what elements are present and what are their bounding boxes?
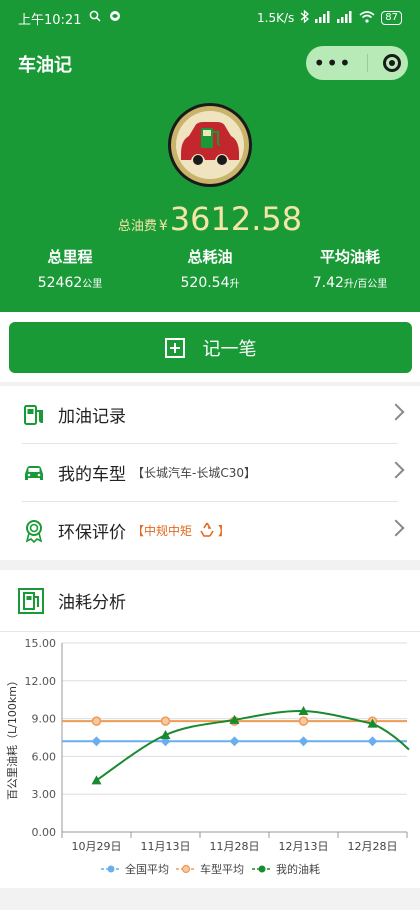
stat-value: 7.42 [312, 275, 344, 291]
total-cost-label: 总油费 [117, 219, 157, 234]
header: 上午10:21 1.5K/s 87 车油记 ••• 总油费 ¥3612.58 总… [0, 0, 420, 312]
y-tick-label: 0.00 [32, 826, 57, 839]
status-time: 上午10:21 [18, 12, 82, 28]
menu-item-refuel-records[interactable]: 加油记录 [0, 386, 420, 443]
menu-list: 加油记录 我的车型 【长城汽车-长城C30】 环保评价 【中规中矩 】 [0, 386, 420, 560]
x-tick-label: 11月13日 [141, 840, 191, 853]
national-point [229, 736, 240, 747]
status-bar: 上午10:21 1.5K/s 87 [0, 0, 420, 36]
total-cost: 总油费 ¥3612.58 [0, 200, 420, 238]
stats-row: 总里程 52462公里 总耗油 520.54升 平均油耗 7.42升/百公里 [0, 246, 420, 291]
app-logo-icon [168, 103, 252, 187]
add-box-icon [164, 337, 185, 358]
search-icon [89, 10, 101, 26]
bracket-close: 】 [217, 524, 230, 538]
add-record-button[interactable]: 记一笔 [9, 322, 412, 373]
x-tick-label: 12月13日 [279, 840, 329, 853]
stat-unit: 升/百公里 [343, 279, 388, 290]
legend-marker [258, 865, 266, 873]
close-target-icon[interactable] [382, 54, 401, 72]
more-icon[interactable]: ••• [313, 53, 351, 73]
legend-marker [181, 864, 191, 874]
bracket-open: 【 [132, 524, 145, 538]
legend-label: 车型平均 [200, 862, 244, 876]
currency-symbol: ¥ [158, 218, 168, 234]
menu-item-label: 我的车型 [58, 465, 126, 485]
model-point [298, 716, 309, 726]
analysis-header: 油耗分析 [0, 570, 420, 632]
add-record-label: 记一笔 [202, 338, 257, 360]
signal-icon [337, 10, 353, 26]
recycle-icon [200, 522, 214, 537]
car-icon [25, 465, 43, 480]
mine-point [91, 775, 102, 785]
eco-rating-text: 【中规中矩 】 [132, 522, 230, 539]
national-point [367, 736, 378, 747]
wifi-icon [359, 10, 375, 26]
legend-marker [107, 865, 115, 873]
bluetooth-icon [300, 9, 310, 26]
chevron-right-icon [387, 403, 405, 421]
stat-total-fuel: 总耗油 520.54升 [140, 246, 280, 291]
stat-average-consumption: 平均油耗 7.42升/百公里 [280, 246, 420, 291]
menu-item-my-car[interactable]: 我的车型 【长城汽车-长城C30】 [0, 444, 420, 501]
y-tick-label: 6.00 [32, 750, 57, 763]
y-tick-label: 3.00 [32, 788, 57, 801]
analysis-title: 油耗分析 [58, 593, 126, 613]
app-title: 车油记 [18, 55, 72, 76]
stat-value: 520.54 [180, 275, 230, 291]
legend-label: 全国平均 [125, 862, 169, 876]
national-point [91, 736, 102, 747]
model-point [91, 716, 102, 726]
menu-item-label: 环保评价 [58, 523, 126, 543]
badge-icon [25, 519, 43, 543]
fuel-pump-icon [24, 404, 43, 425]
x-tick-label: 10月29日 [72, 840, 122, 853]
eco-rating-value: 中规中矩 [144, 524, 193, 538]
national-point [298, 736, 309, 747]
title-bar: 车油记 ••• [0, 44, 420, 84]
y-tick-label: 9.00 [32, 713, 57, 726]
record-section: 记一笔 [0, 312, 420, 382]
stat-label: 总里程 [47, 248, 93, 266]
stat-label: 总耗油 [187, 248, 233, 266]
car-model-text: 【长城汽车-长城C30】 [132, 466, 256, 480]
x-tick-label: 11月28日 [210, 840, 260, 853]
menu-item-eco-rating[interactable]: 环保评价 【中规中矩 】 [0, 502, 420, 559]
fuel-gauge-icon [18, 587, 44, 614]
network-speed: 1.5K/s [257, 11, 295, 25]
capsule-divider [366, 54, 368, 72]
browser-icon [109, 10, 121, 26]
signal-icon [315, 10, 331, 26]
legend-label: 我的油耗 [276, 862, 320, 876]
consumption-analysis: 油耗分析 0.00 3.00 6.00 9.00 12.00 15.00 10月29日 11月… [0, 570, 420, 888]
stat-value: 52462 [37, 275, 83, 291]
stat-label: 平均油耗 [319, 248, 380, 266]
y-axis-label: 百公里油耗（L/100km） [5, 675, 19, 800]
fuel-consumption-chart: 0.00 3.00 6.00 9.00 12.00 15.00 10月29日 11月13日 11… [5, 637, 410, 876]
total-cost-value: 3612.58 [169, 200, 303, 238]
y-tick-label: 15.00 [25, 637, 57, 650]
menu-item-label: 加油记录 [58, 407, 126, 427]
y-tick-label: 12.00 [25, 675, 57, 688]
battery-indicator: 87 [381, 11, 402, 25]
x-tick-label: 12月28日 [348, 840, 398, 853]
chevron-right-icon [387, 461, 405, 479]
chevron-right-icon [387, 519, 405, 537]
stat-total-mileage: 总里程 52462公里 [0, 246, 140, 291]
mini-program-capsule: ••• [306, 46, 408, 80]
model-point [160, 716, 171, 726]
stat-unit: 升 [229, 279, 240, 290]
stat-unit: 公里 [82, 279, 103, 290]
